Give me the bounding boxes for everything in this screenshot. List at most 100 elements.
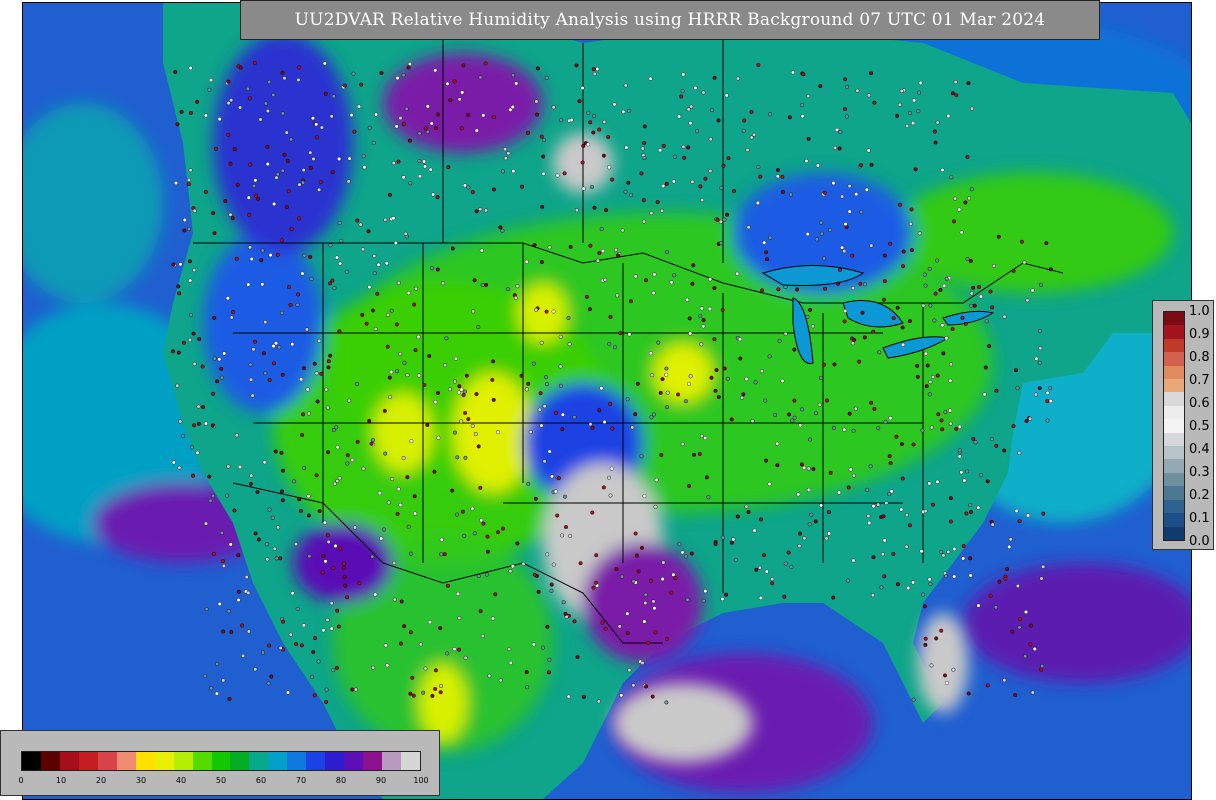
observation-dot [480, 634, 485, 639]
observation-dot [472, 278, 477, 283]
observation-dot [720, 308, 725, 313]
observation-dot [470, 423, 475, 428]
observation-dot [819, 503, 824, 508]
observation-dot [309, 276, 314, 281]
observation-dot [474, 128, 479, 133]
observation-dot [187, 226, 192, 231]
observation-dot [806, 466, 811, 471]
observation-dot [177, 465, 182, 470]
observation-dot [399, 599, 404, 604]
observation-dot [191, 331, 196, 336]
observation-dot [687, 484, 692, 489]
observation-dot [473, 432, 478, 437]
observation-colorbar: 1.0 0.9 0.8 0.7 0.6 0.5 0.4 0.3 0.2 0.1 0.0 [1152, 300, 1214, 550]
observation-dot [246, 590, 251, 595]
observation-dot [888, 241, 893, 246]
observation-dot [845, 84, 850, 89]
observation-dot [478, 485, 483, 490]
observation-dot [613, 247, 618, 252]
observation-dot [642, 156, 647, 161]
observation-dot [677, 542, 682, 547]
observation-dot [227, 696, 232, 701]
observation-dot [987, 344, 992, 349]
rh-colorbar-segment [173, 752, 193, 770]
observation-dot [429, 121, 434, 126]
observation-dot [965, 256, 970, 261]
observation-dot [681, 72, 686, 77]
observation-dot [742, 118, 747, 123]
observation-dot [599, 226, 604, 231]
observation-dot [289, 227, 294, 232]
obs-colorbar-tick: 0.5 [1189, 419, 1210, 434]
observation-dot [282, 152, 287, 157]
observation-dot [855, 88, 860, 93]
observation-dot [417, 174, 422, 179]
observation-dot [335, 608, 340, 613]
observation-dot [620, 228, 625, 233]
observation-dot [484, 282, 489, 287]
observation-dot [927, 577, 932, 582]
obs-colorbar-segment [1164, 419, 1184, 433]
observation-dot [439, 537, 444, 542]
observation-dot [292, 479, 297, 484]
observation-dot [236, 553, 241, 558]
observation-dot [808, 437, 813, 442]
observation-dot [1033, 392, 1038, 397]
observation-dot [386, 312, 391, 317]
observation-dot [554, 410, 559, 415]
observation-dot [952, 219, 957, 224]
observation-dot [982, 392, 987, 397]
observation-dot [500, 228, 505, 233]
observation-dot [272, 201, 277, 206]
observation-dot [775, 463, 780, 468]
observation-dot [842, 427, 847, 432]
observation-dot [379, 70, 384, 75]
observation-dot [626, 180, 631, 185]
observation-dot [927, 481, 932, 486]
observation-dot [188, 313, 193, 318]
observation-dot [1008, 537, 1013, 542]
observation-dot [414, 286, 419, 291]
observation-dot [196, 421, 201, 426]
observation-dot [338, 261, 343, 266]
observation-dot [302, 366, 307, 371]
observation-dot [324, 387, 329, 392]
observation-dot [826, 510, 831, 515]
observation-dot [395, 76, 400, 81]
observation-dot [539, 134, 544, 139]
observation-dot [452, 79, 457, 84]
observation-dot [792, 398, 797, 403]
observation-dot [862, 282, 867, 287]
observation-dot [275, 172, 280, 177]
observation-dot [935, 479, 940, 484]
observation-dot [314, 473, 319, 478]
observation-dot [326, 450, 331, 455]
observation-dot [650, 694, 655, 699]
observation-dot [175, 383, 180, 388]
observation-dot [852, 337, 857, 342]
observation-dot [768, 112, 773, 117]
observation-dot [417, 131, 422, 136]
observation-dot [690, 281, 695, 286]
observation-dot [599, 386, 604, 391]
observation-dot [797, 544, 802, 549]
observation-dot [403, 231, 408, 236]
observation-dot [280, 489, 285, 494]
observation-dot [535, 66, 540, 71]
observation-dot [452, 647, 457, 652]
observation-dot [708, 277, 713, 282]
observation-dot [457, 390, 462, 395]
observation-dot [195, 99, 200, 104]
observation-dot [355, 218, 360, 223]
observation-dot [921, 592, 926, 597]
observation-dot [553, 489, 558, 494]
observation-dot [700, 198, 705, 203]
observation-dot [549, 588, 554, 593]
observation-dot [287, 285, 292, 290]
observation-dot [940, 323, 945, 328]
observation-dot [200, 364, 205, 369]
observation-dot [545, 624, 550, 629]
observation-dot [911, 442, 916, 447]
observation-dot [328, 353, 333, 358]
observation-dot [478, 75, 483, 80]
